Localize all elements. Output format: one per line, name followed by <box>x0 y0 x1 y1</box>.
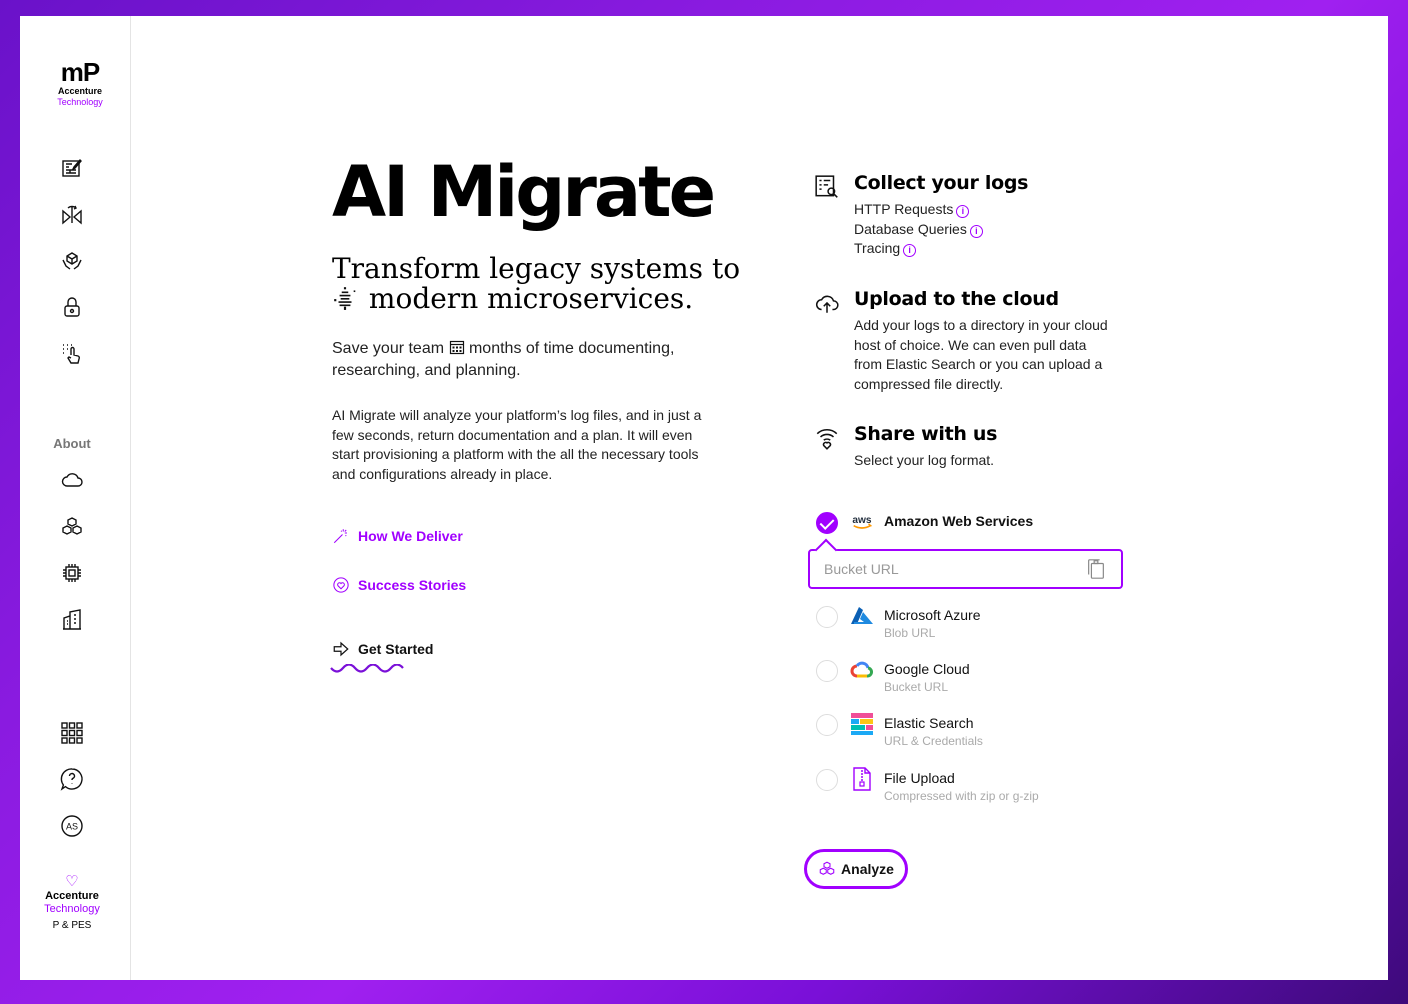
aws-icon: aws <box>850 510 874 534</box>
heart-circle-icon <box>333 577 349 593</box>
azure-sub: Blob URL <box>884 626 936 640</box>
google-cloud-sub: Bucket URL <box>884 680 949 694</box>
svg-text:AS: AS <box>66 822 78 832</box>
sparkle-tree-icon <box>332 285 360 316</box>
hero-body: AI Migrate will analyze your platform’s … <box>332 407 702 482</box>
success-stories-link[interactable]: Success Stories <box>332 576 466 594</box>
how-we-deliver-link[interactable]: How We Deliver <box>332 527 463 545</box>
subtitle-line1: Transform legacy systems to <box>332 252 741 285</box>
lock-icon[interactable] <box>58 293 86 321</box>
logo-line2: Technology <box>57 97 103 107</box>
success-stories-label: Success Stories <box>358 577 467 593</box>
wifi-heart-icon <box>814 425 840 451</box>
logo-line1: Accenture <box>57 86 102 96</box>
collect-item-tracing: Tracing i <box>854 239 1114 259</box>
collect-item-db: Database Queries i <box>854 220 1114 240</box>
step-share: Share with us Select your log format. <box>814 423 1134 483</box>
file-upload-radio[interactable] <box>816 769 838 791</box>
cubes-icon[interactable] <box>58 513 86 541</box>
info-icon[interactable]: i <box>956 205 970 218</box>
upload-title: Upload to the cloud <box>854 288 1059 310</box>
user-avatar-icon[interactable]: AS <box>58 812 86 840</box>
elastic-icon <box>850 712 874 736</box>
info-icon[interactable]: i <box>903 244 917 257</box>
elastic-name: Elastic Search <box>884 715 974 731</box>
hero-lead: Save your team months of time documentin… <box>332 338 712 382</box>
footer-brand: ♡ Accenture Technology P & PES <box>20 874 124 933</box>
elastic-sub: URL & Credentials <box>884 734 983 748</box>
provider-file-upload[interactable]: File Upload Compressed with zip or g-zip <box>814 767 1144 807</box>
collect-title: Collect your logs <box>854 172 1029 194</box>
help-icon[interactable] <box>58 765 86 793</box>
analyze-label: Analyze <box>841 861 894 877</box>
provider-elastic[interactable]: Elastic Search URL & Credentials <box>814 712 1144 752</box>
elastic-radio[interactable] <box>816 714 838 736</box>
footer-line3: P & PES <box>52 920 92 931</box>
heart-icon: ♡ <box>65 873 79 890</box>
touch-gesture-icon[interactable] <box>58 339 86 367</box>
provider-aws[interactable]: aws Amazon Web Services <box>814 510 1144 550</box>
bucket-url-field[interactable] <box>808 549 1123 589</box>
how-we-deliver-label: How We Deliver <box>358 528 463 544</box>
collect-item-tracing-label: Tracing <box>854 240 901 256</box>
get-started-link[interactable]: Get Started <box>332 640 433 658</box>
page-title: AI Migrate <box>332 151 716 233</box>
share-title: Share with us <box>854 423 998 445</box>
hands-cube-icon[interactable] <box>58 247 86 275</box>
copy-icon[interactable] <box>1085 558 1107 580</box>
cubes-icon <box>819 861 835 875</box>
footer-line2: Technology <box>44 903 100 915</box>
chip-icon[interactable] <box>58 559 86 587</box>
cloud-icon[interactable] <box>58 466 86 494</box>
file-upload-sub: Compressed with zip or g-zip <box>884 789 1039 803</box>
step-collect-logs: Collect your logs HTTP Requests i Databas… <box>814 172 1134 262</box>
buildings-icon[interactable] <box>58 606 86 634</box>
google-cloud-radio[interactable] <box>816 660 838 682</box>
azure-radio[interactable] <box>816 606 838 628</box>
transform-icon[interactable] <box>58 201 86 229</box>
about-label: About <box>53 436 91 451</box>
app-window: mP Accenture Technology About AS ♡ Accen… <box>20 16 1388 980</box>
sidebar: mP Accenture Technology About AS ♡ Accen… <box>20 16 131 980</box>
subtitle-line2-wrap: modern microservices. <box>332 284 752 316</box>
log-search-icon <box>814 174 840 200</box>
magic-wand-icon <box>333 529 347 544</box>
bucket-url-input[interactable] <box>824 558 1074 580</box>
collect-list: HTTP Requests i Database Queries i Tracing… <box>854 200 1114 259</box>
share-body: Select your log format. <box>854 452 995 468</box>
calendar-icon <box>449 340 464 355</box>
logo[interactable]: mP Accenture Technology <box>50 58 110 108</box>
aws-radio[interactable] <box>816 512 838 534</box>
file-upload-name: File Upload <box>884 770 955 786</box>
zip-file-icon <box>850 767 874 791</box>
upload-body: Add your logs to a directory in your clo… <box>854 317 1108 392</box>
hero-subtitle: Transform legacy systems to modern micro… <box>332 254 752 316</box>
aws-name: Amazon Web Services <box>884 513 1034 529</box>
squiggle-underline <box>330 664 404 673</box>
subtitle-line2: modern microservices. <box>368 282 694 315</box>
analyze-button[interactable]: Analyze <box>804 849 908 889</box>
logo-mark: mP <box>60 57 100 87</box>
footer-line1: Accenture <box>45 890 99 902</box>
step-upload-cloud: Upload to the cloud Add your logs to a d… <box>814 288 1134 398</box>
get-started-label: Get Started <box>358 641 434 657</box>
collect-item-http: HTTP Requests i <box>854 200 1114 220</box>
provider-azure[interactable]: Microsoft Azure Blob URL <box>814 604 1144 644</box>
info-icon[interactable]: i <box>969 224 983 238</box>
lead-part1: Save your team <box>332 340 445 357</box>
blueprint-icon[interactable] <box>58 154 86 182</box>
google-cloud-name: Google Cloud <box>884 661 970 677</box>
cloud-upload-icon <box>814 290 840 316</box>
azure-icon <box>850 604 874 628</box>
apps-grid-icon[interactable] <box>58 719 86 747</box>
provider-google-cloud[interactable]: Google Cloud Bucket URL <box>814 658 1144 698</box>
google-cloud-icon <box>850 658 874 682</box>
azure-name: Microsoft Azure <box>884 607 981 623</box>
arrow-right-icon <box>333 641 349 657</box>
collect-item-db-label: Database Queries <box>854 220 967 237</box>
collect-item-http-label: HTTP Requests <box>854 201 954 217</box>
